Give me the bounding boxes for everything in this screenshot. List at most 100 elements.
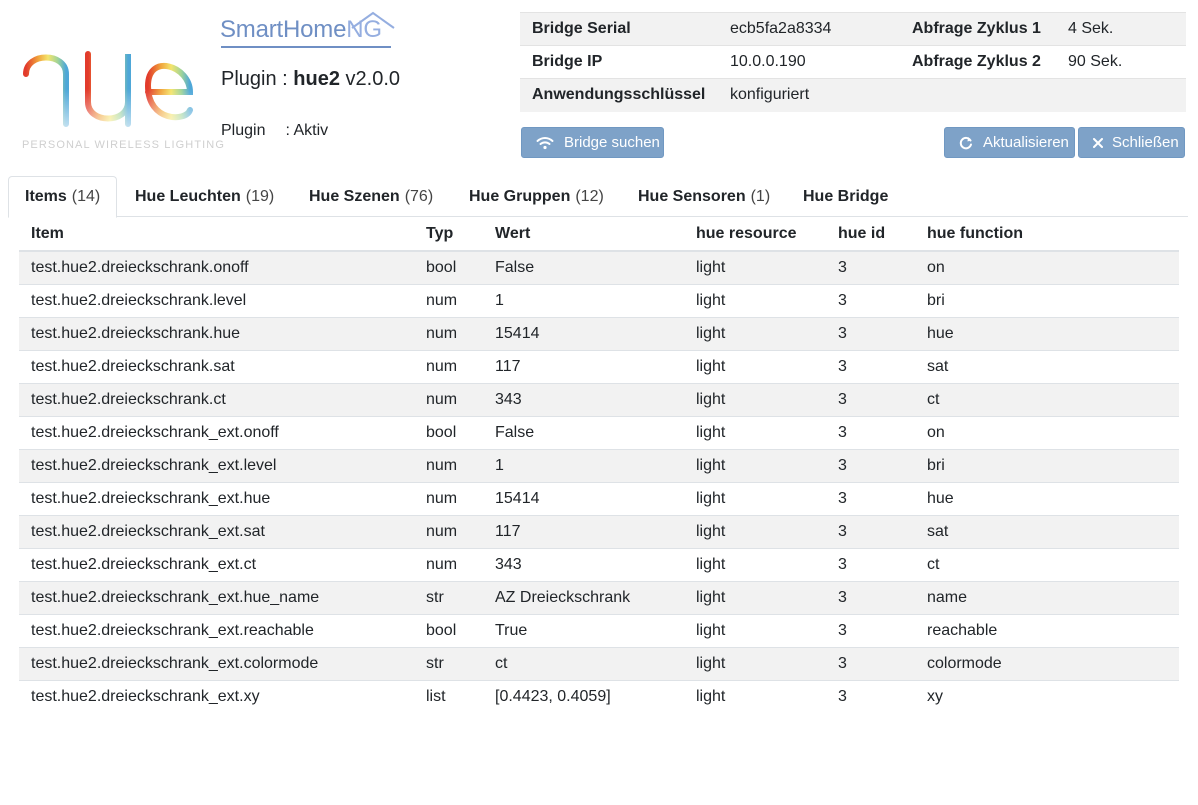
brand-underline bbox=[221, 46, 391, 48]
column-header[interactable]: Typ bbox=[414, 218, 483, 252]
info-value: 10.0.0.190 bbox=[718, 45, 900, 79]
item-name-cell: test.hue2.dreieckschrank.sat bbox=[19, 349, 414, 383]
items-table: Item Typ Wert hue resource hue id hue fu… bbox=[19, 218, 1179, 713]
value-cell: True bbox=[483, 613, 684, 647]
resource-cell: light bbox=[684, 613, 826, 647]
item-name-cell: test.hue2.dreieckschrank.onoff bbox=[19, 250, 414, 284]
tab-count: (1) bbox=[750, 187, 771, 205]
item-name-cell: test.hue2.dreieckschrank_ext.onoff bbox=[19, 415, 414, 449]
function-cell: hue bbox=[915, 481, 1179, 515]
table-row: test.hue2.dreieckschrank_ext.level num 1 li… bbox=[19, 448, 1179, 482]
tab-label: Items bbox=[25, 188, 67, 205]
hue-id-cell: 3 bbox=[826, 547, 915, 581]
hue-id-cell: 3 bbox=[826, 382, 915, 416]
tab-label: Hue Bridge bbox=[803, 187, 889, 205]
plugin-name: hue2 bbox=[293, 68, 340, 90]
item-name-cell: test.hue2.dreieckschrank.hue bbox=[19, 316, 414, 350]
column-header[interactable]: hue id bbox=[826, 218, 915, 252]
table-row: test.hue2.dreieckschrank_ext.xy list [0.44… bbox=[19, 679, 1179, 713]
wifi-icon bbox=[536, 136, 554, 150]
value-cell: 343 bbox=[483, 547, 684, 581]
resource-cell: light bbox=[684, 283, 826, 317]
hue-id-cell: 3 bbox=[826, 316, 915, 350]
hue-id-cell: 3 bbox=[826, 250, 915, 284]
table-row: test.hue2.dreieckschrank_ext.hue num 15414… bbox=[19, 481, 1179, 515]
item-name-cell: test.hue2.dreieckschrank_ext.sat bbox=[19, 514, 414, 548]
table-row: test.hue2.dreieckschrank_ext.colormode st… bbox=[19, 646, 1179, 680]
type-cell: bool bbox=[414, 250, 483, 284]
hue-id-cell: 3 bbox=[826, 646, 915, 680]
value-cell: AZ Dreieckschrank bbox=[483, 580, 684, 614]
info-key: Bridge Serial bbox=[520, 12, 718, 46]
item-name-cell: test.hue2.dreieckschrank.level bbox=[19, 283, 414, 317]
tab-count: (19) bbox=[245, 187, 275, 205]
resource-cell: light bbox=[684, 547, 826, 581]
function-cell: reachable bbox=[915, 613, 1179, 647]
hue-id-cell: 3 bbox=[826, 349, 915, 383]
item-name-cell: test.hue2.dreieckschrank_ext.xy bbox=[19, 679, 414, 713]
table-row: test.hue2.dreieckschrank_ext.hue_name str… bbox=[19, 580, 1179, 614]
plugin-title: Plugin : hue2 v2.0.0 bbox=[221, 68, 400, 91]
tab-items[interactable]: Items (14) bbox=[8, 176, 118, 218]
refresh-button[interactable]: Aktualisieren bbox=[944, 127, 1075, 158]
function-cell: ct bbox=[915, 547, 1179, 581]
value-cell: False bbox=[483, 250, 684, 284]
resource-cell: light bbox=[684, 250, 826, 284]
function-cell: bri bbox=[915, 283, 1179, 317]
info-value: ecb5fa2a8334 bbox=[718, 12, 900, 46]
tab-hue-bridge[interactable]: Hue Bridge bbox=[803, 176, 888, 217]
column-header[interactable]: Wert bbox=[483, 218, 684, 252]
plugin-status: Plugin: Aktiv bbox=[221, 122, 328, 140]
resource-cell: light bbox=[684, 316, 826, 350]
function-cell: bri bbox=[915, 448, 1179, 482]
resource-cell: light bbox=[684, 481, 826, 515]
plugin-version: v2.0.0 bbox=[339, 68, 401, 90]
table-header-row: Item Typ Wert hue resource hue id hue fu… bbox=[19, 218, 1179, 252]
info-key: Anwendungsschlüssel bbox=[520, 78, 718, 112]
function-cell: ct bbox=[915, 382, 1179, 416]
type-cell: num bbox=[414, 382, 483, 416]
tab-hue-leuchten[interactable]: Hue Leuchten (19) bbox=[135, 176, 274, 217]
resource-cell: light bbox=[684, 382, 826, 416]
type-cell: num bbox=[414, 547, 483, 581]
tab-count: (76) bbox=[404, 187, 434, 205]
type-cell: num bbox=[414, 283, 483, 317]
status-value: : Aktiv bbox=[285, 122, 329, 139]
refresh-label: Aktualisieren bbox=[983, 134, 1069, 151]
table-row: test.hue2.dreieckschrank_ext.sat num 117 li… bbox=[19, 514, 1179, 548]
hue-id-cell: 3 bbox=[826, 283, 915, 317]
close-button[interactable]: Schließen bbox=[1078, 127, 1185, 158]
tab-hue-szenen[interactable]: Hue Szenen (76) bbox=[309, 176, 433, 217]
info-row: Anwendungsschlüssel konfiguriert bbox=[520, 78, 1186, 112]
function-cell: name bbox=[915, 580, 1179, 614]
hue-id-cell: 3 bbox=[826, 514, 915, 548]
function-cell: hue bbox=[915, 316, 1179, 350]
tab-hue-gruppen[interactable]: Hue Gruppen (12) bbox=[469, 176, 604, 217]
column-header[interactable]: hue function bbox=[915, 218, 1179, 252]
type-cell: bool bbox=[414, 613, 483, 647]
bridge-search-button[interactable]: Bridge suchen bbox=[521, 127, 664, 158]
value-cell: [0.4423, 0.4059] bbox=[483, 679, 684, 713]
value-cell: 1 bbox=[483, 448, 684, 482]
column-header[interactable]: hue resource bbox=[684, 218, 826, 252]
type-cell: num bbox=[414, 514, 483, 548]
type-cell: num bbox=[414, 448, 483, 482]
hue-id-cell: 3 bbox=[826, 448, 915, 482]
tab-hue-sensoren[interactable]: Hue Sensoren (1) bbox=[638, 176, 770, 217]
info-key: Abfrage Zyklus 1 bbox=[900, 12, 1056, 46]
value-cell: 343 bbox=[483, 382, 684, 416]
column-header[interactable]: Item bbox=[19, 218, 414, 252]
type-cell: str bbox=[414, 580, 483, 614]
info-empty bbox=[1056, 78, 1186, 112]
resource-cell: light bbox=[684, 514, 826, 548]
table-row: test.hue2.dreieckschrank.sat num 117 light 3… bbox=[19, 349, 1179, 383]
resource-cell: light bbox=[684, 679, 826, 713]
tab-label: Hue Gruppen bbox=[469, 187, 571, 205]
info-value: 90 Sek. bbox=[1056, 45, 1186, 79]
hue-id-cell: 3 bbox=[826, 580, 915, 614]
tab-count: (12) bbox=[575, 187, 604, 205]
function-cell: on bbox=[915, 415, 1179, 449]
resource-cell: light bbox=[684, 580, 826, 614]
item-name-cell: test.hue2.dreieckschrank_ext.level bbox=[19, 448, 414, 482]
item-name-cell: test.hue2.dreieckschrank_ext.hue_name bbox=[19, 580, 414, 614]
